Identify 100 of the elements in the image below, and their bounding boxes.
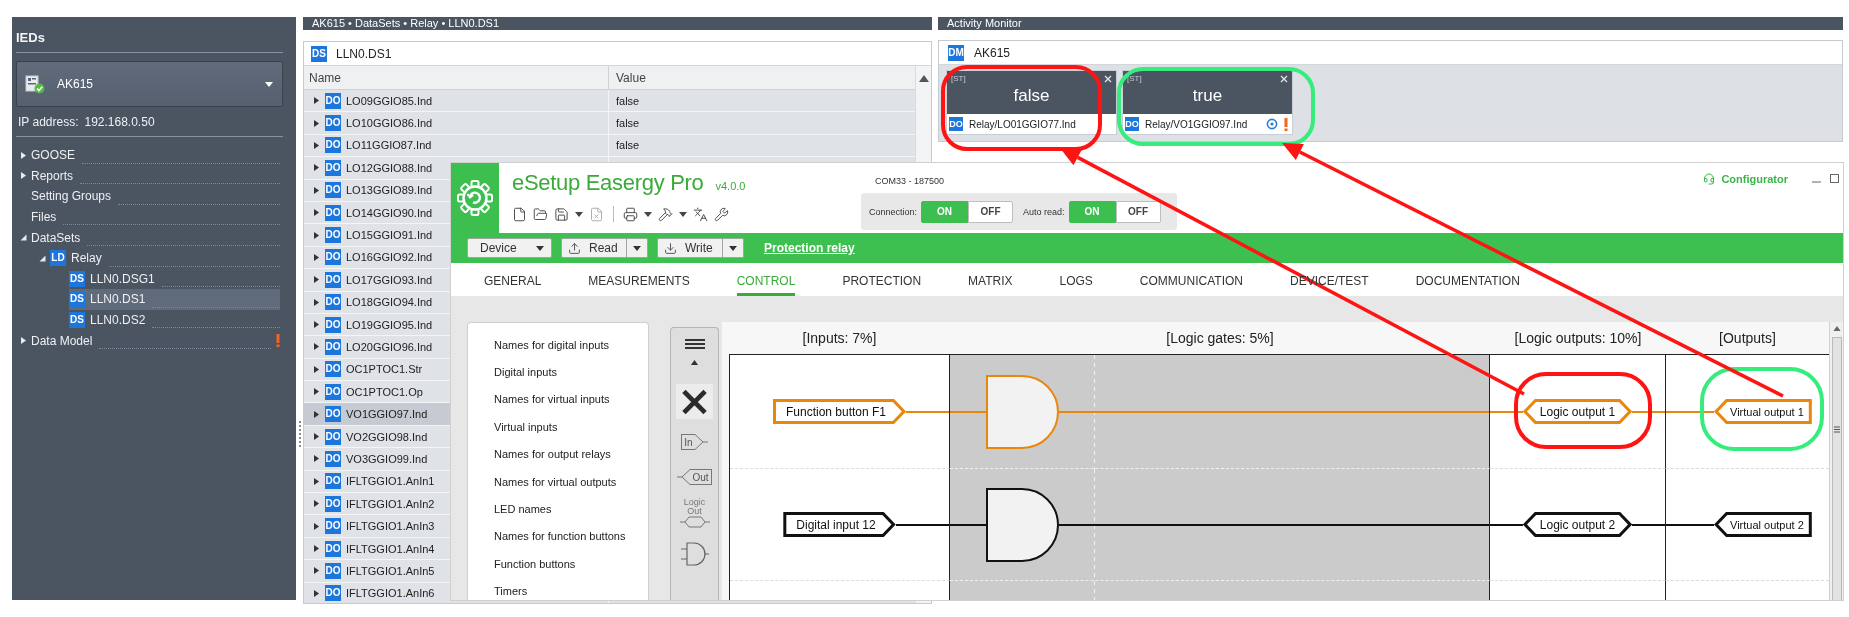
tree-item[interactable]: DataSets [31, 227, 280, 248]
tree-toggle-icon[interactable] [20, 234, 27, 242]
dropdown-arrow-button[interactable] [627, 238, 648, 258]
tree-toggle-icon[interactable] [313, 433, 320, 441]
table-row[interactable]: DO LO09GGIO85.Ind false [304, 90, 915, 113]
scrollbar-thumb[interactable] [1831, 337, 1842, 600]
table-row[interactable]: DO LO10GGIO86.Ind false [304, 112, 915, 135]
menu-item[interactable]: Names for virtual outputs [468, 467, 648, 496]
output-block[interactable]: Virtual output 2 [1714, 512, 1812, 537]
tab[interactable]: PROTECTION [842, 263, 922, 296]
tree-toggle-icon[interactable] [313, 186, 320, 194]
tree-toggle-icon[interactable] [313, 231, 320, 239]
tree-toggle-icon[interactable] [313, 321, 320, 329]
tab[interactable]: DOCUMENTATION [1415, 263, 1520, 296]
close-icon[interactable] [1104, 74, 1112, 83]
tree-toggle-icon[interactable] [313, 477, 320, 485]
close-icon[interactable] [1280, 74, 1288, 83]
tree-toggle-icon[interactable] [313, 567, 320, 575]
tree-toggle-icon[interactable] [313, 119, 320, 127]
scrollbar[interactable] [1829, 322, 1843, 600]
tree-toggle-icon[interactable] [313, 500, 320, 508]
tree-toggle-icon[interactable] [313, 589, 320, 597]
tree-toggle-icon[interactable] [313, 164, 320, 172]
type-badge: DO [949, 117, 963, 131]
tree-toggle-icon[interactable] [313, 298, 320, 306]
and-gate-tool[interactable] [680, 541, 709, 567]
scroll-up-icon[interactable] [918, 75, 929, 82]
tree-item[interactable]: Data Model [31, 330, 280, 351]
action-button[interactable]: Write [657, 238, 723, 258]
table-row[interactable]: DO LO11GGIO87.Ind false [304, 134, 915, 158]
type-badge: DO [325, 383, 341, 400]
tree-toggle-icon[interactable] [313, 343, 320, 351]
output-block[interactable]: Virtual output 1 [1714, 399, 1812, 424]
menu-item[interactable]: LED names [468, 495, 648, 523]
save-icon[interactable] [554, 206, 569, 222]
menu-item[interactable]: Virtual inputs [468, 413, 648, 441]
tab[interactable]: LOGS [1059, 263, 1093, 296]
maximize-icon[interactable] [1830, 174, 1839, 183]
dropdown-arrow-button[interactable] [723, 238, 744, 258]
translate-icon[interactable] [693, 206, 708, 222]
tree-item[interactable]: DS LLN0.DSG1 [69, 268, 280, 290]
panel-title-bar: Activity Monitor [938, 17, 1843, 30]
tree-toggle-icon[interactable] [20, 337, 27, 345]
input-block[interactable]: Digital input 12 [783, 512, 896, 537]
menu-item[interactable]: Names for virtual inputs [468, 385, 648, 414]
tab[interactable]: MATRIX [968, 263, 1013, 296]
switch-option[interactable]: OFF [1115, 200, 1161, 223]
switch-option[interactable]: OFF [968, 200, 1014, 223]
menu-item[interactable]: Timers [468, 577, 648, 600]
tab[interactable]: COMMUNICATION [1139, 263, 1243, 296]
menu-icon[interactable] [684, 339, 705, 349]
caret-down-icon[interactable] [575, 211, 583, 217]
tree-toggle-icon[interactable] [313, 276, 320, 284]
tree-toggle-icon[interactable] [313, 455, 320, 463]
tree-item[interactable]: Reports [31, 165, 280, 187]
tree-toggle-icon[interactable] [313, 410, 320, 418]
device-dropdown[interactable]: AK615 [16, 61, 283, 107]
caret-down-icon[interactable] [644, 211, 652, 217]
hexagon-icon [679, 516, 710, 528]
logic-output-block[interactable]: Logic output 1 [1522, 399, 1633, 424]
hammer-icon[interactable] [658, 206, 673, 222]
tab[interactable]: MEASUREMENTS [588, 263, 690, 296]
tree-toggle-icon[interactable] [313, 209, 320, 217]
tab[interactable]: GENERAL [484, 263, 542, 296]
tree-item[interactable]: DS LLN0.DS2 [69, 309, 280, 331]
tree-toggle-icon[interactable] [313, 522, 320, 530]
tree-toggle-icon[interactable] [313, 97, 320, 105]
tree-toggle-icon[interactable] [313, 365, 320, 373]
tree-toggle-icon[interactable] [313, 253, 320, 261]
menu-item[interactable]: Names for digital inputs [468, 331, 648, 359]
input-block[interactable]: Function button F1 [772, 399, 907, 424]
printer-icon[interactable] [623, 206, 638, 222]
logic-output-tool[interactable]: Logic Out [679, 498, 710, 528]
dropdown-button[interactable]: Device [467, 238, 552, 258]
new-file-icon[interactable] [512, 206, 527, 222]
tree-toggle-icon[interactable] [313, 545, 320, 552]
tree-item[interactable]: LD Relay [50, 247, 280, 269]
scroll-up-icon[interactable] [1832, 326, 1841, 331]
tree-toggle-icon[interactable] [39, 254, 46, 262]
tree-toggle-icon[interactable] [20, 151, 27, 159]
tree-toggle-icon[interactable] [20, 172, 27, 180]
menu-item[interactable]: Names for output relays [468, 440, 648, 468]
and-gate-icon[interactable] [986, 487, 1059, 562]
menu-item[interactable]: Function buttons [468, 550, 648, 578]
open-folder-icon[interactable] [533, 206, 548, 222]
tree-item[interactable]: GOOSE [31, 145, 280, 166]
menu-item[interactable]: Names for function buttons [468, 522, 648, 551]
logic-output-block[interactable]: Logic output 2 [1522, 512, 1633, 537]
caret-down-icon[interactable] [679, 211, 687, 217]
tree-item[interactable]: Setting Groups [31, 186, 280, 207]
tree-item[interactable]: DS LLN0.DS1 [69, 289, 280, 310]
action-button[interactable]: Read [561, 238, 627, 258]
menu-item[interactable]: Digital inputs [468, 358, 648, 386]
tree-item[interactable]: Files [31, 206, 280, 228]
tree-toggle-icon[interactable] [313, 388, 320, 396]
tree-toggle-icon[interactable] [313, 141, 320, 149]
column-header[interactable]: Name [304, 66, 608, 89]
wrench-icon[interactable] [714, 206, 729, 222]
delete-button[interactable] [676, 384, 713, 419]
splitter-grip[interactable] [298, 421, 301, 447]
